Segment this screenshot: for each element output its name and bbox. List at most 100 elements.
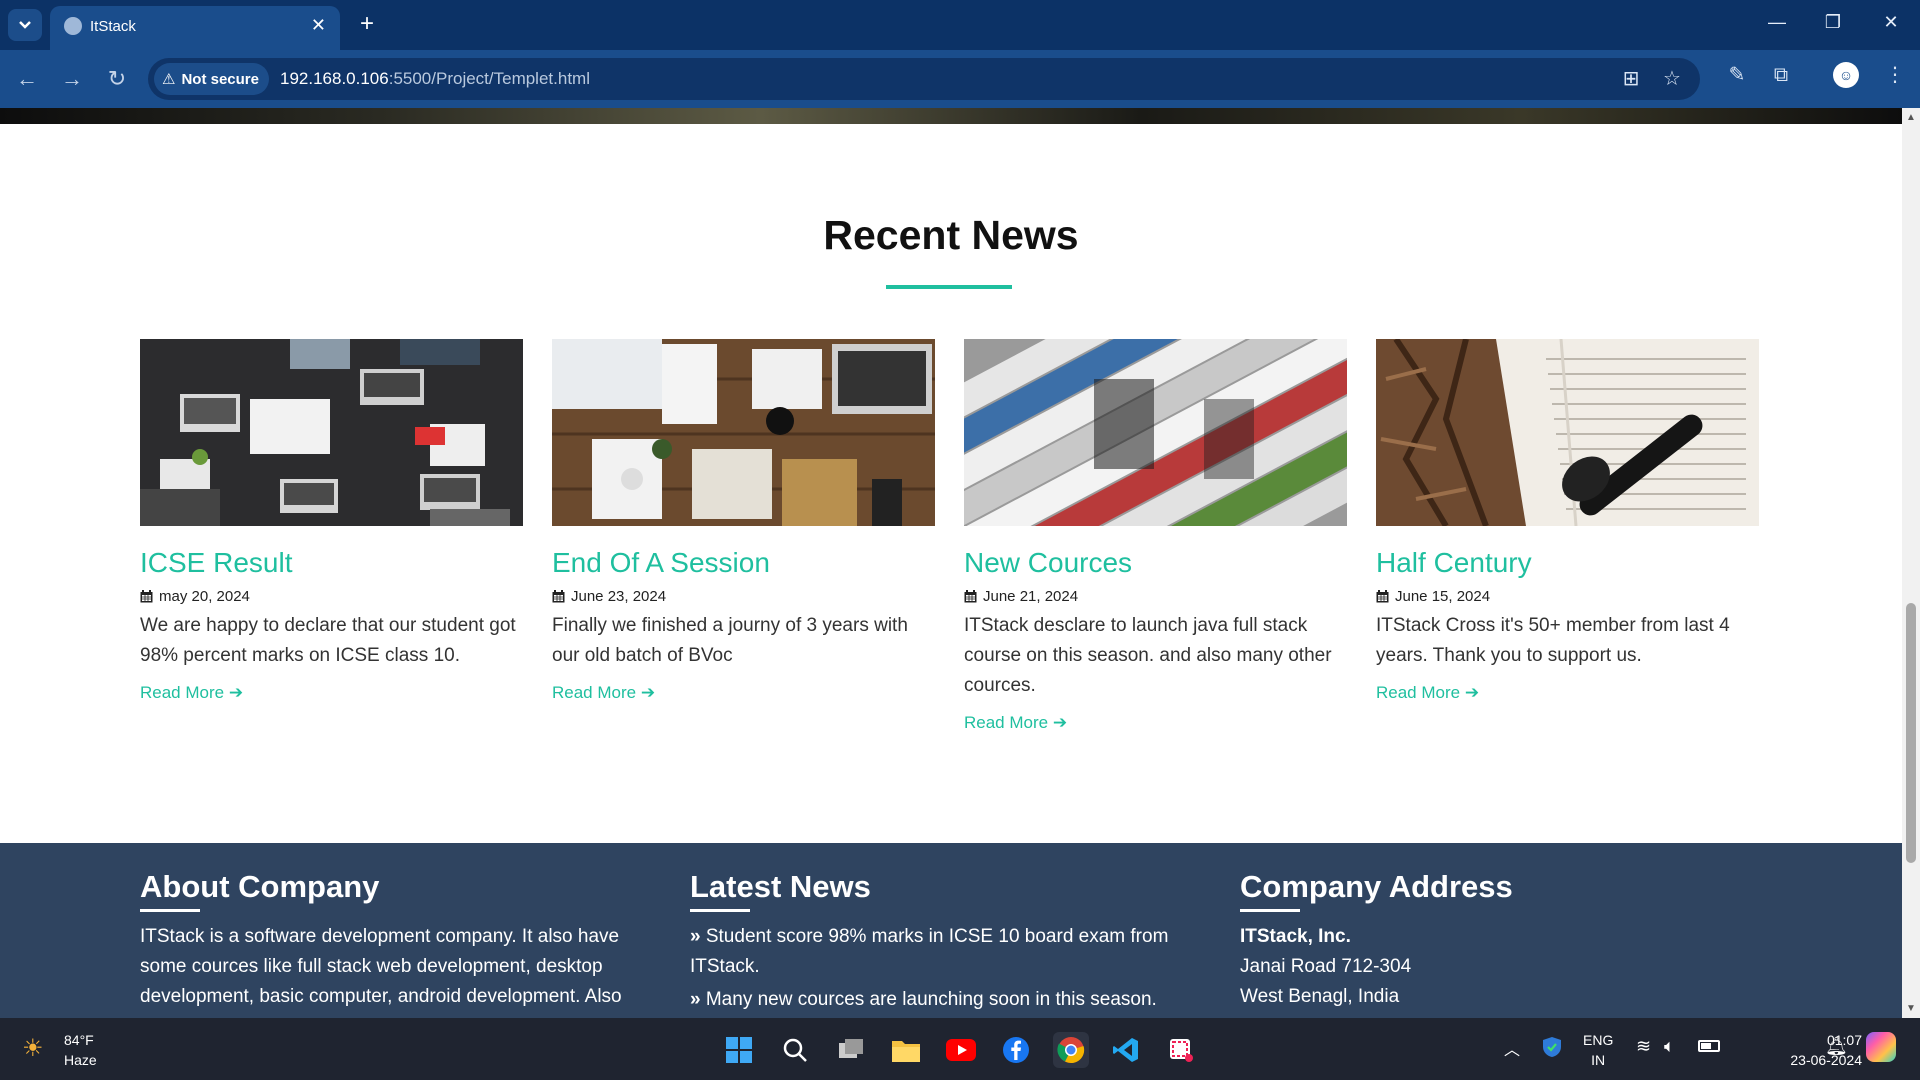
back-button[interactable]: ← — [12, 64, 42, 94]
folder-icon — [892, 1041, 920, 1062]
read-more-label: Read More — [140, 683, 225, 702]
bookmark-star-icon[interactable]: ☆ — [1657, 64, 1687, 94]
file-explorer-button[interactable] — [888, 1032, 924, 1068]
news-card-date-row: June 15, 2024 — [1376, 588, 1759, 605]
page-viewport: Recent News ICSE Result may 20, 2024 We … — [0, 108, 1902, 1018]
windows-logo-icon — [726, 1037, 752, 1063]
browser-tab[interactable]: ItStack ✕ — [50, 6, 340, 50]
site-info-button[interactable]: ⚠ Not secure — [154, 63, 269, 95]
profile-avatar[interactable]: ☺ — [1833, 62, 1859, 88]
extensions-puzzle-icon[interactable]: ⧉ — [1766, 60, 1796, 90]
read-more-link[interactable]: Read More ➔ — [1376, 683, 1479, 703]
scroll-up-arrow-icon[interactable]: ▲ — [1906, 112, 1916, 123]
read-more-link[interactable]: Read More ➔ — [552, 683, 655, 703]
restore-button[interactable]: ❐ — [1818, 12, 1848, 33]
forward-button[interactable]: → — [57, 64, 87, 94]
arrow-right-icon: ➔ — [640, 683, 656, 702]
url-text[interactable]: 192.168.0.106:5500/Project/Templet.html — [280, 69, 590, 89]
news-card-title[interactable]: ICSE Result — [140, 546, 523, 580]
vscode-icon — [1113, 1038, 1138, 1062]
read-more-link[interactable]: Read More ➔ — [140, 683, 243, 703]
region-code: IN — [1591, 1052, 1606, 1068]
search-button[interactable] — [777, 1032, 813, 1068]
news-card-title[interactable]: End Of A Session — [552, 546, 935, 580]
news-card-title[interactable]: Half Century — [1376, 546, 1759, 580]
lang-code: ENG — [1583, 1032, 1614, 1048]
defender-shield-icon[interactable] — [1542, 1036, 1562, 1063]
vscode-button[interactable] — [1108, 1032, 1144, 1068]
page-scrollbar[interactable]: ▲ ▼ — [1902, 108, 1920, 1018]
url-host: 192.168.0.106 — [280, 69, 389, 88]
new-tab-button[interactable]: + — [352, 9, 382, 39]
heading-underline — [886, 285, 1012, 289]
news-card: End Of A Session June 23, 2024 Finally w… — [552, 339, 935, 703]
news-card: Half Century June 15, 2024 ITStack Cross… — [1376, 339, 1759, 703]
chevron-up-icon[interactable]: ︿ — [1504, 1036, 1520, 1060]
notification-bell-icon[interactable]: 🔔︎ — [1825, 1036, 1848, 1057]
footer-about-text: ITStack is a software development compan… — [140, 926, 622, 1007]
footer-news-item-text: Many new cources are launching soon in t… — [705, 989, 1157, 1010]
task-view-button[interactable] — [833, 1032, 869, 1068]
news-card-date-row: may 20, 2024 — [140, 588, 523, 605]
menu-kebab-icon[interactable]: ⋮ — [1880, 60, 1910, 90]
start-button[interactable] — [721, 1032, 757, 1068]
footer-news-item[interactable]: » Many new cources are launching soon in… — [690, 985, 1220, 1015]
recent-news-heading: Recent News — [823, 212, 1079, 258]
read-more-label: Read More — [552, 683, 637, 702]
footer-news-item[interactable]: » Student score 98% marks in ICSE 10 boa… — [690, 922, 1220, 982]
youtube-button[interactable] — [943, 1032, 979, 1068]
news-card-title[interactable]: New Cources — [964, 546, 1347, 580]
arrow-right-icon: ➔ — [228, 683, 244, 702]
minimize-button[interactable]: — — [1762, 12, 1792, 33]
footer-about: About Company ITStack is a software deve… — [140, 867, 670, 1012]
battery-icon[interactable] — [1698, 1040, 1720, 1052]
footer-about-heading: About Company — [140, 869, 380, 904]
not-secure-label: Not secure — [181, 70, 259, 88]
facebook-icon — [1003, 1037, 1029, 1063]
news-card-date: June 23, 2024 — [571, 588, 667, 605]
news-card-description: ITStack Cross it's 50+ member from last … — [1376, 615, 1730, 666]
news-card-date: may 20, 2024 — [159, 588, 250, 605]
reload-button[interactable]: ↻ — [102, 64, 132, 94]
close-window-button[interactable]: ✕ — [1876, 12, 1906, 33]
scroll-down-arrow-icon[interactable]: ▼ — [1906, 1003, 1916, 1014]
browser-tab-bar: ItStack ✕ + — ❐ ✕ — [0, 0, 1920, 50]
address-bar[interactable]: ⚠ Not secure 192.168.0.106:5500/Project/… — [148, 58, 1700, 100]
footer-latest-heading: Latest News — [690, 869, 871, 904]
copilot-icon[interactable] — [1866, 1032, 1896, 1062]
footer-news-item-text: Student score 98% marks in ICSE 10 board… — [690, 926, 1169, 977]
tab-search-button[interactable] — [8, 9, 42, 41]
news-card-description: Finally we finished a journy of 3 years … — [552, 615, 908, 666]
globe-icon — [64, 17, 82, 35]
url-path: :5500/Project/Templet.html — [388, 69, 590, 88]
wifi-icon[interactable]: ≋ — [1636, 1036, 1651, 1057]
snipping-tool-icon — [1170, 1039, 1193, 1062]
haze-icon: ☀ — [22, 1035, 44, 1062]
read-more-label: Read More — [1376, 683, 1461, 702]
weather-temp: 84°F — [64, 1032, 94, 1048]
footer-heading-underline — [1240, 909, 1300, 912]
arrow-right-icon: ➔ — [1464, 683, 1480, 702]
translate-icon[interactable]: ⊞ — [1616, 64, 1646, 94]
volume-icon[interactable]: 🔈︎ — [1664, 1036, 1675, 1057]
chrome-button[interactable] — [1053, 1032, 1089, 1068]
close-tab-icon[interactable]: ✕ — [311, 15, 326, 36]
news-card-date-row: June 23, 2024 — [552, 588, 935, 605]
read-more-link[interactable]: Read More ➔ — [964, 713, 1067, 733]
edit-extension-icon[interactable]: ✎ — [1722, 60, 1752, 90]
youtube-icon — [946, 1039, 976, 1061]
language-indicator[interactable]: ENG IN — [1583, 1030, 1613, 1070]
double-chevron-right-icon: » — [690, 926, 701, 947]
chevron-down-icon — [19, 21, 31, 29]
calendar-icon — [1376, 590, 1389, 603]
arrow-right-icon: ➔ — [1052, 713, 1068, 732]
snipping-tool-button[interactable] — [1163, 1032, 1199, 1068]
calendar-icon — [964, 590, 977, 603]
news-thumbnail-newspapers — [964, 339, 1347, 526]
footer-address: Company Address ITStack, Inc. Janai Road… — [1240, 867, 1770, 1012]
site-footer: About Company ITStack is a software deve… — [0, 843, 1902, 1018]
scrollbar-thumb[interactable] — [1906, 603, 1916, 863]
warning-icon: ⚠ — [162, 71, 176, 88]
facebook-button[interactable] — [998, 1032, 1034, 1068]
news-thumbnail-desk — [552, 339, 935, 526]
